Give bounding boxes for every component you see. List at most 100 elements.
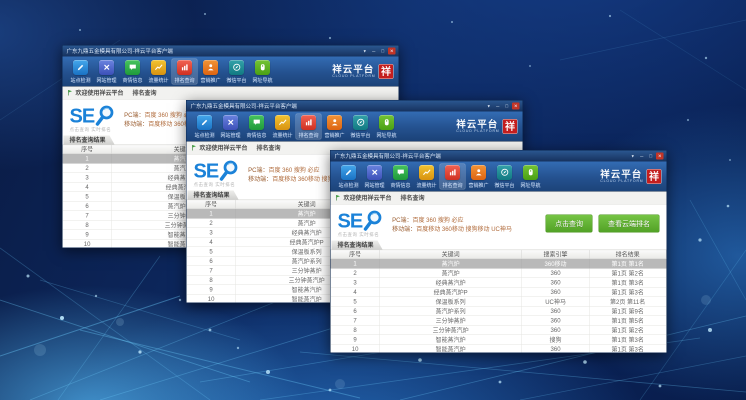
wrench-icon [367,165,382,180]
brand-subtitle: CLOUD PLATFORM [600,180,643,184]
tab-ranking-results[interactable]: 排名查询结果 [64,136,115,145]
line-chart-icon [151,60,166,75]
toolbar-item-biz-info[interactable]: 商情信息 [120,58,146,84]
chat-bubble-icon [393,165,408,180]
flag-icon [68,90,73,96]
toolbar-item-wechat-platform[interactable]: 微信平台 [224,58,250,84]
chat-bubble-icon [249,115,264,130]
tab-ranking-results[interactable]: 排名查询结果 [332,241,383,250]
close-icon[interactable]: ✕ [656,153,664,160]
table-row[interactable]: 7 三分钟蒸炉 360 第1页 第5名 [331,316,667,326]
pencil-icon [197,115,212,130]
skin-icon[interactable]: ▾ [629,153,637,160]
toolbar-item-biz-info[interactable]: 商情信息 [244,113,270,139]
toolbar-item-site-manage[interactable]: 网站管理 [362,163,388,189]
magnifier-icon [218,160,239,182]
table-row[interactable]: 6 蒸汽炉系列 360 第1页 第9名 [331,306,667,316]
wrench-icon [99,60,114,75]
magnifier-icon [362,210,383,232]
toolbar-items: 站点检测 网站管理 商情信息 流量统计 排名查询 营销推广 微信平台 网址导航 [336,163,544,189]
header-engine: 搜索引擎 [522,250,589,259]
toolbar-item-site-nav[interactable]: 网址导航 [250,58,276,84]
toolbar-item-wechat-platform[interactable]: 微信平台 [492,163,518,189]
pencil-icon [73,60,88,75]
breadcrumb-welcome: 欢迎使用祥云平台 [200,144,248,153]
toolbar-item-traffic-stats[interactable]: 流量统计 [270,113,296,139]
minimize-icon[interactable]: ─ [494,103,502,110]
seo-tagline: 点击查询 实时排名 [70,126,116,133]
toolbar-item-site-check[interactable]: 站点检测 [192,113,218,139]
brand-name: 祥云平台 [456,120,499,130]
breadcrumb-section: 排名查询 [401,194,425,203]
toolbar-items: 站点检测 网站管理 商情信息 流量统计 排名查询 营销推广 微信平台 网址导航 [68,58,276,84]
close-icon[interactable]: ✕ [388,48,396,55]
table-row[interactable]: 10 智能蒸汽炉 360 第1页 第3名 [331,344,667,353]
header-no: 序号 [331,250,380,259]
maximize-icon[interactable]: □ [503,103,511,110]
table-row[interactable]: 2 蒸汽炉 360 第1页 第2名 [331,268,667,278]
flag-icon [192,145,197,151]
toolbar-item-biz-info[interactable]: 商情信息 [388,163,414,189]
maximize-icon[interactable]: □ [379,48,387,55]
app-window-front: 广东九鼎五金模具有限公司-祥云平台客户端 ▾ ─ □ ✕ 站点检测 网站管理 商… [330,150,667,353]
seo-logo-text: SE [194,161,219,181]
toolbar-item-rank-query[interactable]: 排名查询 [172,58,198,84]
breadcrumb: 欢迎使用祥云平台 排名查询 [63,87,399,100]
mouse-icon [379,115,394,130]
bar-chart-icon [445,165,460,180]
table-row[interactable]: 3 经典蒸汽炉 360 第1页 第3名 [331,278,667,288]
mouse-icon [255,60,270,75]
seo-header-row: SE 点击查询 实时排名 PC端：百度 360 搜狗 必应 移动端：百度移动 3… [331,205,667,241]
window-controls: ▾ ─ □ ✕ [485,103,520,110]
query-button[interactable]: 点击查询 [546,215,593,233]
view-cloud-rank-button[interactable]: 查看云端排名 [599,215,660,233]
toolbar: 站点检测 网站管理 商情信息 流量统计 排名查询 营销推广 微信平台 网址导航 … [63,57,399,87]
minimize-icon[interactable]: ─ [370,48,378,55]
people-icon [327,115,342,130]
maximize-icon[interactable]: □ [647,153,655,160]
breadcrumb-section: 排名查询 [133,89,157,98]
header-rank: 排名结果 [589,250,666,259]
titlebar[interactable]: 广东九鼎五金模具有限公司-祥云平台客户端 ▾ ─ □ ✕ [187,101,523,112]
toolbar-item-traffic-stats[interactable]: 流量统计 [414,163,440,189]
breadcrumb-welcome: 欢迎使用祥云平台 [344,194,392,203]
desktop: 广东九鼎五金模具有限公司-祥云平台客户端 ▾ ─ □ ✕ 站点检测 网站管理 商… [0,0,746,400]
engine-list: PC端：百度 360 搜狗 必应 移动端：百度移动 360移动 搜狗移动 UC神… [392,214,512,234]
ranking-table: 序号 关键词 搜索引擎 排名结果 1 蒸汽炉 360移动 第1页 第1名 2 蒸… [331,250,667,354]
toolbar-item-site-check[interactable]: 站点检测 [336,163,362,189]
toolbar-item-marketing[interactable]: 营销推广 [198,58,224,84]
line-chart-icon [275,115,290,130]
brand-text: 祥云平台 CLOUD PLATFORM [332,65,375,79]
people-icon [203,60,218,75]
magnifier-icon [94,105,115,127]
minimize-icon[interactable]: ─ [638,153,646,160]
toolbar-item-traffic-stats[interactable]: 流量统计 [146,58,172,84]
titlebar[interactable]: 广东九鼎五金模具有限公司-祥云平台客户端 ▾ ─ □ ✕ [63,46,399,57]
table-row[interactable]: 5 保温板系列 UC神马 第2页 第11名 [331,297,667,307]
toolbar-item-marketing[interactable]: 营销推广 [466,163,492,189]
skin-icon[interactable]: ▾ [361,48,369,55]
toolbar-item-site-nav[interactable]: 网址导航 [374,113,400,139]
toolbar-item-rank-query[interactable]: 排名查询 [440,163,466,189]
toolbar-item-site-manage[interactable]: 网站管理 [218,113,244,139]
seo-logo-text: SE [70,106,95,126]
titlebar[interactable]: 广东九鼎五金模具有限公司-祥云平台客户端 ▾ ─ □ ✕ [331,151,667,162]
close-icon[interactable]: ✕ [512,103,520,110]
toolbar-item-marketing[interactable]: 营销推广 [322,113,348,139]
toolbar-item-site-check[interactable]: 站点检测 [68,58,94,84]
toolbar-item-rank-query[interactable]: 排名查询 [296,113,322,139]
header-no: 序号 [63,145,112,154]
toolbar-item-site-manage[interactable]: 网站管理 [94,58,120,84]
window-title: 广东九鼎五金模具有限公司-祥云平台客户端 [335,152,441,160]
pencil-icon [341,165,356,180]
skin-icon[interactable]: ▾ [485,103,493,110]
table-row[interactable]: 9 智能蒸汽炉 搜狗 第1页 第3名 [331,335,667,345]
table-row[interactable]: 8 三分钟蒸汽炉 360 第1页 第2名 [331,325,667,335]
table-row[interactable]: 1 蒸汽炉 360移动 第1页 第1名 [331,259,667,269]
table-row[interactable]: 4 经典蒸汽炉P 360 第1页 第3名 [331,287,667,297]
breadcrumb-welcome: 欢迎使用祥云平台 [76,89,124,98]
tab-ranking-results[interactable]: 排名查询结果 [188,191,239,200]
action-buttons: 点击查询 查看云端排名 [540,215,660,233]
toolbar-item-site-nav[interactable]: 网址导航 [518,163,544,189]
toolbar-item-wechat-platform[interactable]: 微信平台 [348,113,374,139]
